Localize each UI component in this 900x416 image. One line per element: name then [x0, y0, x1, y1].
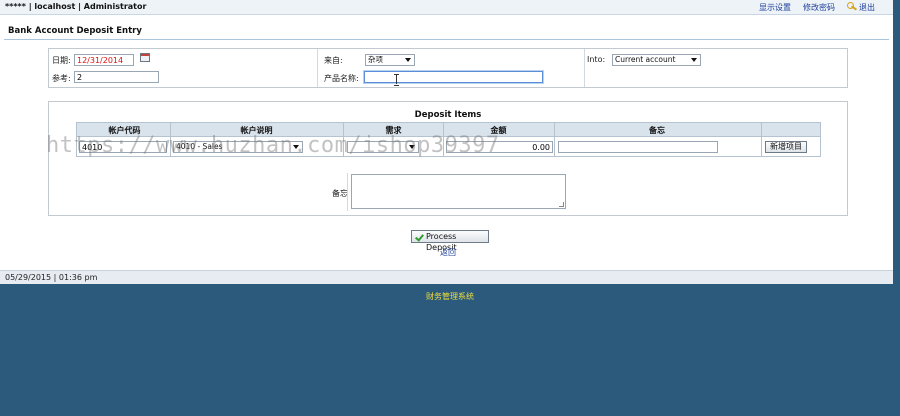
product-name-label: 产品名称:	[324, 74, 359, 83]
process-deposit-button[interactable]: Process Deposit	[411, 230, 489, 252]
into-label: Into:	[587, 55, 606, 64]
change-password-link[interactable]: 修改密码	[803, 2, 835, 13]
logout-link[interactable]: 退出	[859, 3, 875, 12]
deposit-items-title: Deposit Items	[414, 110, 482, 120]
from-select[interactable]: 杂项	[365, 54, 415, 66]
display-settings-link[interactable]: 显示设置	[759, 2, 791, 13]
title-divider	[4, 39, 889, 40]
dropdown-arrow-icon	[409, 145, 415, 149]
key-icon	[847, 2, 857, 11]
memo-divider	[347, 173, 348, 211]
memo-label: 备忘	[332, 189, 348, 198]
dropdown-arrow-icon	[293, 145, 299, 149]
status-datetime: 05/29/2015 | 01:36 pm	[5, 273, 98, 282]
deposit-header-panel: 日期: 参考: 来自: 杂项 产品名称: Into: Current accou…	[48, 48, 848, 88]
add-item-button[interactable]: 新增项目	[765, 141, 807, 153]
footer-system-name: 财务管理系统	[426, 292, 474, 301]
status-bar: 05/29/2015 | 01:36 pm	[0, 270, 893, 284]
logout-group[interactable]: 退出	[847, 2, 875, 13]
column-header-account-desc: 帐户说明	[240, 126, 273, 135]
back-link[interactable]: 返回	[440, 247, 456, 258]
reference-label: 参考:	[52, 74, 71, 83]
column-divider	[317, 49, 318, 87]
from-label: 来自:	[324, 56, 343, 65]
product-name-input[interactable]	[364, 71, 543, 83]
calendar-icon[interactable]	[140, 53, 150, 62]
account-desc-select[interactable]: 4010 - Sales	[173, 141, 303, 153]
dropdown-arrow-icon	[691, 58, 697, 62]
into-account-select[interactable]: Current account	[612, 54, 701, 66]
deposit-items-panel: Deposit Items 帐户代码 帐户说明 需求 金额 备忘 4010 - …	[48, 101, 848, 216]
top-links: 显示设置 修改密码 退出	[759, 2, 875, 13]
amount-input[interactable]	[446, 141, 553, 153]
account-code-input[interactable]	[79, 141, 167, 153]
resize-grip-icon[interactable]	[559, 202, 564, 207]
column-header-amount: 金额	[490, 126, 507, 135]
dropdown-arrow-icon	[405, 58, 411, 62]
reference-input[interactable]	[74, 71, 159, 83]
column-header-demand: 需求	[385, 126, 402, 135]
account-desc-value: 4010 - Sales	[176, 142, 223, 151]
page-title: Bank Account Deposit Entry	[8, 26, 142, 36]
from-select-value: 杂项	[368, 55, 383, 64]
demand-select[interactable]	[347, 141, 419, 153]
table-row: 4010 - Sales 新增项目	[76, 137, 821, 157]
date-input[interactable]	[74, 54, 134, 66]
check-icon	[416, 233, 424, 240]
text-cursor-icon	[394, 74, 400, 86]
table-header: 帐户代码 帐户说明 需求 金额 备忘	[76, 122, 821, 157]
app-window: ***** | localhost | Administrator 显示设置 修…	[0, 0, 893, 284]
date-label: 日期:	[52, 56, 71, 65]
column-header-memo: 备忘	[649, 126, 665, 135]
memo-textarea[interactable]	[351, 174, 566, 209]
column-header-account-code: 帐户代码	[108, 126, 141, 135]
user-identity: ***** | localhost | Administrator	[5, 2, 147, 11]
into-account-value: Current account	[615, 55, 676, 64]
top-bar: ***** | localhost | Administrator 显示设置 修…	[0, 0, 893, 15]
column-divider	[584, 49, 585, 87]
line-memo-input[interactable]	[558, 141, 718, 153]
